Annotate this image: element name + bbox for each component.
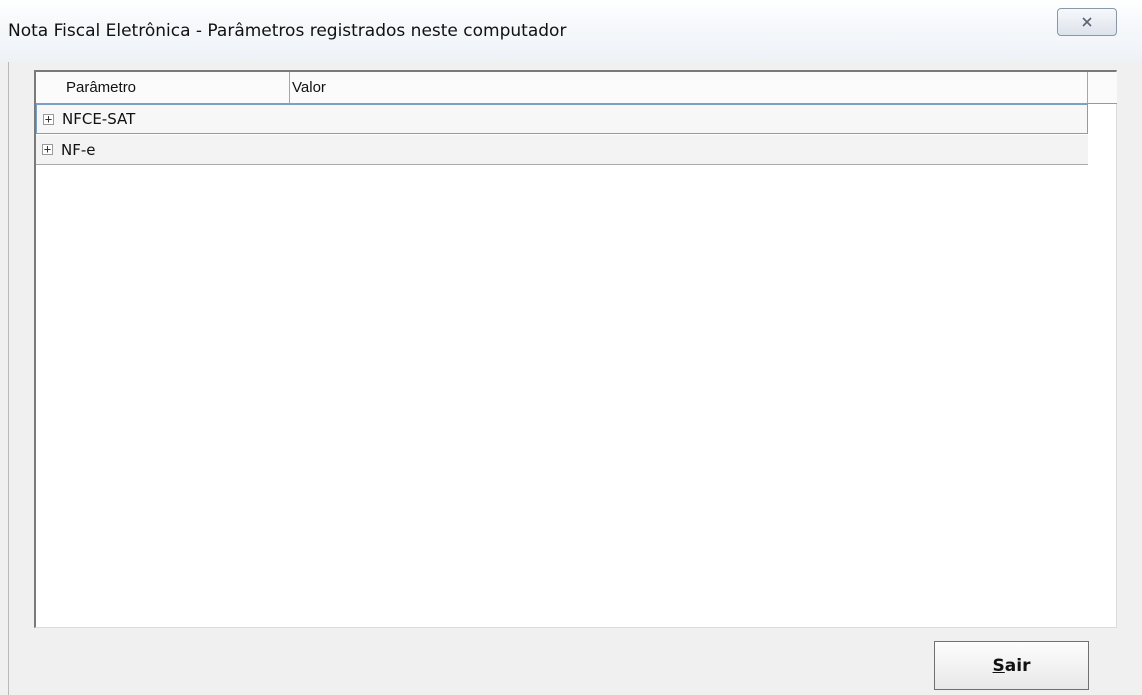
column-header-valor[interactable]: Valor <box>290 72 1088 103</box>
parameters-grid[interactable]: Parâmetro Valor + NFCE-SAT + NF-e <box>34 70 1117 628</box>
close-button[interactable] <box>1057 8 1117 36</box>
expand-icon[interactable]: + <box>42 143 53 155</box>
window-title: Nota Fiscal Eletrônica - Parâmetros regi… <box>8 21 567 41</box>
row-label: NF-e <box>61 140 96 159</box>
grid-header: Parâmetro Valor <box>36 72 1117 104</box>
window-border <box>8 62 9 695</box>
tree-row-nf-e[interactable]: + NF-e <box>36 135 1088 165</box>
close-icon <box>1082 17 1092 27</box>
exit-button-label: air <box>1004 655 1031 676</box>
column-header-spacer <box>1088 72 1117 103</box>
tree-row-nfce-sat[interactable]: + NFCE-SAT <box>36 104 1088 134</box>
exit-button[interactable]: Sair <box>934 641 1089 690</box>
expand-icon[interactable]: + <box>43 113 54 125</box>
column-header-parametro[interactable]: Parâmetro <box>36 72 290 103</box>
exit-button-mnemonic: S <box>992 655 1005 676</box>
title-bar: Nota Fiscal Eletrônica - Parâmetros regi… <box>0 0 1142 62</box>
row-label: NFCE-SAT <box>62 110 136 128</box>
